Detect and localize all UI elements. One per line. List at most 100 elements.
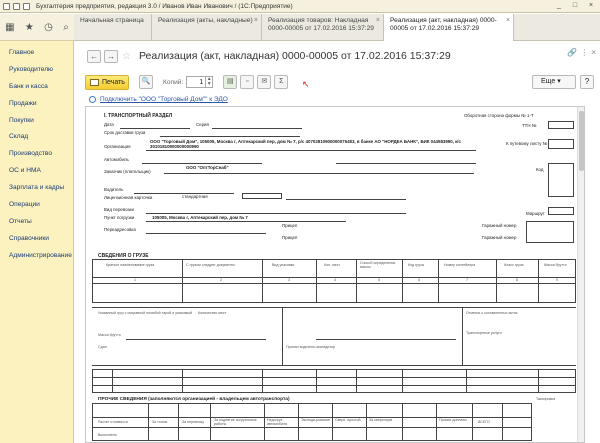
excel-save-button[interactable]: ▤ — [223, 75, 238, 89]
operations-table — [92, 369, 576, 393]
copies-spinner[interactable]: ▲ ▼ — [206, 76, 214, 88]
printer-icon — [90, 78, 99, 86]
close-icon[interactable]: × — [591, 48, 596, 57]
sidebar-item-purchases[interactable]: Покупки — [0, 113, 73, 130]
back-button[interactable]: ← — [87, 49, 101, 63]
tab-label: Реализация (акты, накладные) — [158, 17, 253, 24]
field-date: Дата — [104, 122, 114, 127]
sum-button[interactable]: Σ — [274, 75, 289, 89]
field-vehicle: Автомобиль — [104, 157, 129, 162]
tab-sales-document[interactable]: Реализация (акт, накладная) 0000-00005 о… — [384, 14, 514, 41]
license-value: стандартная — [182, 194, 208, 199]
tab-label: Начальная страница — [80, 17, 144, 24]
link-icon[interactable]: 🔗 — [567, 48, 577, 57]
sealed-cargo-label: Указанный груз с исправной пломбой тарой… — [98, 311, 193, 315]
field-customer: Заказчик (плательщик) — [104, 169, 151, 174]
cargo-col-1: 1 — [134, 278, 136, 282]
field-trailer-1: Прицеп — [282, 223, 298, 228]
cargo-col-5: 5 — [378, 278, 380, 282]
cargo-header-weight: Масса брутто — [544, 263, 567, 267]
document-header: ← → ☆ Реализация (акт, накладная) 0000-0… — [75, 42, 600, 70]
form-code: Оборотная сторона формы № 1-Т — [464, 113, 534, 118]
close-icon[interactable]: × — [254, 17, 258, 26]
close-icon[interactable]: × — [506, 17, 510, 26]
menu-icon[interactable] — [13, 2, 20, 10]
scrollbar-thumb[interactable] — [579, 111, 584, 171]
help-button[interactable]: ? — [580, 75, 594, 89]
field-load-point: Пункт погрузки — [104, 215, 135, 220]
sidebar-item-fixed-assets[interactable]: ОС и НМА — [0, 163, 73, 180]
cargo-header-docs: С грузом следуют документы — [186, 263, 235, 267]
forward-button[interactable]: → — [104, 49, 118, 63]
copies-label: Копий: — [163, 78, 184, 86]
app-icon[interactable] — [3, 2, 10, 10]
cargo-col-4: 4 — [334, 278, 336, 282]
save-icon[interactable] — [23, 2, 30, 10]
copies-input[interactable]: 1 — [186, 76, 207, 88]
quick-toolbar: ▦ ★ ◷ ⌕ — [0, 14, 74, 41]
cargo-header-code: Код груза — [408, 263, 424, 267]
document-area: ← → ☆ Реализация (акт, накладная) 0000-0… — [75, 42, 600, 443]
sidebar-item-catalogs[interactable]: Справочники — [0, 231, 73, 248]
cargo-header-qty: Кол. мест — [324, 263, 341, 267]
field-delivery: Срок доставки груза — [104, 130, 146, 135]
field-driver: Водитель — [104, 187, 124, 192]
field-transport-type: Вид перевозки — [104, 207, 134, 212]
field-redirect: Переадресовка — [104, 227, 136, 232]
maximize-button[interactable]: □ — [568, 1, 582, 11]
edo-link[interactable]: Подключить "ООО "Торговый Дом"" к ЭДО — [89, 96, 228, 103]
acts-label: Отметки о составленных актах — [466, 311, 518, 315]
cargo-col-8: 8 — [516, 278, 518, 282]
tab-label: Реализация товаров: Накладная 0000-00005… — [268, 17, 374, 33]
organization-value: ООО "Торговый Дом", 105005, Москва г, Ап… — [150, 139, 461, 150]
print-button[interactable]: Печать — [85, 74, 129, 90]
sidebar-item-sales[interactable]: Продажи — [0, 96, 73, 113]
tab-sales-list[interactable]: Реализация (акты, накладные) × — [152, 14, 262, 41]
title-bar-icons — [0, 2, 30, 10]
form-scrollbar[interactable] — [577, 107, 584, 442]
more-button[interactable]: Еще ▾ — [532, 75, 576, 89]
close-button[interactable]: × — [584, 1, 598, 11]
load-point-value: 105005, Москва г, Аптекарский пер, дом №… — [152, 215, 248, 220]
window-title: Бухгалтерия предприятия, редакция 3.0 / … — [36, 2, 293, 10]
waybill-label: К путевому листу № — [506, 141, 548, 146]
field-organization: Организация — [104, 144, 131, 149]
edo-icon — [89, 96, 96, 103]
tab-goods-invoice[interactable]: Реализация товаров: Накладная 0000-00005… — [262, 14, 384, 41]
history-icon[interactable]: ◷ — [44, 22, 53, 33]
pricing-col-forwarding: Экспеди-рование — [301, 418, 331, 422]
sidebar-item-payroll[interactable]: Зарплата и кадры — [0, 180, 73, 197]
grid-icon[interactable]: ▦ — [5, 22, 14, 33]
search-icon[interactable]: ⌕ — [63, 22, 69, 33]
field-trailer-2: Прицеп — [282, 235, 298, 240]
more-icon[interactable]: ⋮ — [580, 48, 588, 57]
print-form: I. ТРАНСПОРТНЫЙ РАЗДЕЛ Оборотная сторона… — [85, 106, 585, 443]
sidebar-item-main[interactable]: Главное — [0, 45, 73, 62]
preview-button[interactable]: 🔍 — [139, 75, 153, 89]
cargo-col-3: 3 — [288, 278, 290, 282]
tab-home[interactable]: Начальная страница — [74, 14, 152, 41]
star-icon[interactable]: ★ — [25, 22, 34, 33]
minimize-button[interactable]: _ — [552, 1, 566, 11]
code-label: Код — [536, 167, 544, 172]
sidebar-item-bank-cash[interactable]: Банк и касса — [0, 79, 73, 96]
sidebar-item-reports[interactable]: Отчеты — [0, 214, 73, 231]
pricing-col-tons: За тонны — [152, 420, 168, 424]
favorite-star-icon[interactable]: ☆ — [122, 51, 131, 62]
garage-label-1: Гаражный номер — [482, 223, 517, 228]
close-icon[interactable]: × — [376, 17, 380, 26]
pricing-col-underload: Недогруз автомобиля — [267, 418, 288, 426]
sidebar-item-warehouse[interactable]: Склад — [0, 129, 73, 146]
email-button[interactable]: ✉ — [257, 75, 272, 89]
garage-label-2: Гаражный номер — [482, 235, 517, 240]
cargo-col-9: 9 — [556, 278, 558, 282]
cargo-header-container: Номер контейнера — [444, 263, 476, 267]
sidebar-item-administration[interactable]: Администрирование — [0, 248, 73, 265]
field-license: Лицензионная карточка — [104, 195, 153, 200]
save-button[interactable]: ▫ — [240, 75, 255, 89]
cargo-col-2: 2 — [220, 278, 222, 282]
sidebar-item-operations[interactable]: Операции — [0, 197, 73, 214]
sidebar-item-director[interactable]: Руководителю — [0, 62, 73, 79]
sidebar-item-production[interactable]: Производство — [0, 146, 73, 163]
pricing-col-other: Прочие доплаты — [439, 418, 467, 422]
